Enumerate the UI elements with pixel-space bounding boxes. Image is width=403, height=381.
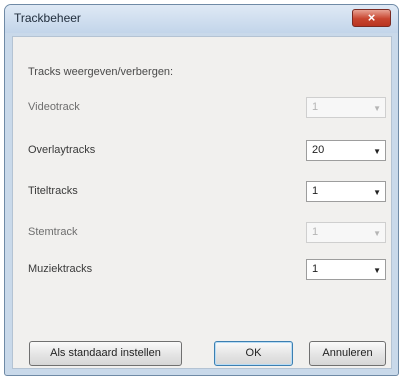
muziektracks-select[interactable]: 1 ▼ <box>306 259 386 280</box>
videotrack-select: 1 ▼ <box>306 97 386 118</box>
muziektracks-label: Muziektracks <box>28 263 93 275</box>
cancel-button[interactable]: Annuleren <box>309 341 386 366</box>
window-title: Trackbeheer <box>14 11 81 25</box>
muziektracks-value: 1 <box>312 263 319 275</box>
overlaytracks-value: 20 <box>312 144 325 156</box>
titeltracks-label: Titeltracks <box>28 185 78 197</box>
chevron-down-icon: ▼ <box>373 229 381 238</box>
dialog-window: Trackbeheer × Tracks weergeven/verbergen… <box>4 4 399 376</box>
dialog-content: Tracks weergeven/verbergen: Videotrack 1… <box>12 36 392 369</box>
overlaytracks-label: Overlaytracks <box>28 144 96 156</box>
stemtrack-label: Stemtrack <box>28 226 78 238</box>
chevron-down-icon: ▼ <box>373 266 381 275</box>
chevron-down-icon: ▼ <box>373 188 381 197</box>
chevron-down-icon: ▼ <box>373 104 381 113</box>
overlaytracks-select[interactable]: 20 ▼ <box>306 140 386 161</box>
section-heading: Tracks weergeven/verbergen: <box>28 66 174 78</box>
titeltracks-value: 1 <box>312 185 319 197</box>
close-button[interactable]: × <box>352 9 391 27</box>
titeltracks-select[interactable]: 1 ▼ <box>306 181 386 202</box>
stemtrack-select: 1 ▼ <box>306 222 386 243</box>
set-default-button[interactable]: Als standaard instellen <box>29 341 182 366</box>
videotrack-value: 1 <box>312 101 319 113</box>
title-bar[interactable]: Trackbeheer × <box>5 5 398 33</box>
stemtrack-value: 1 <box>312 226 319 238</box>
chevron-down-icon: ▼ <box>373 147 381 156</box>
videotrack-label: Videotrack <box>28 101 80 113</box>
ok-button[interactable]: OK <box>214 341 293 366</box>
close-icon: × <box>367 10 376 25</box>
